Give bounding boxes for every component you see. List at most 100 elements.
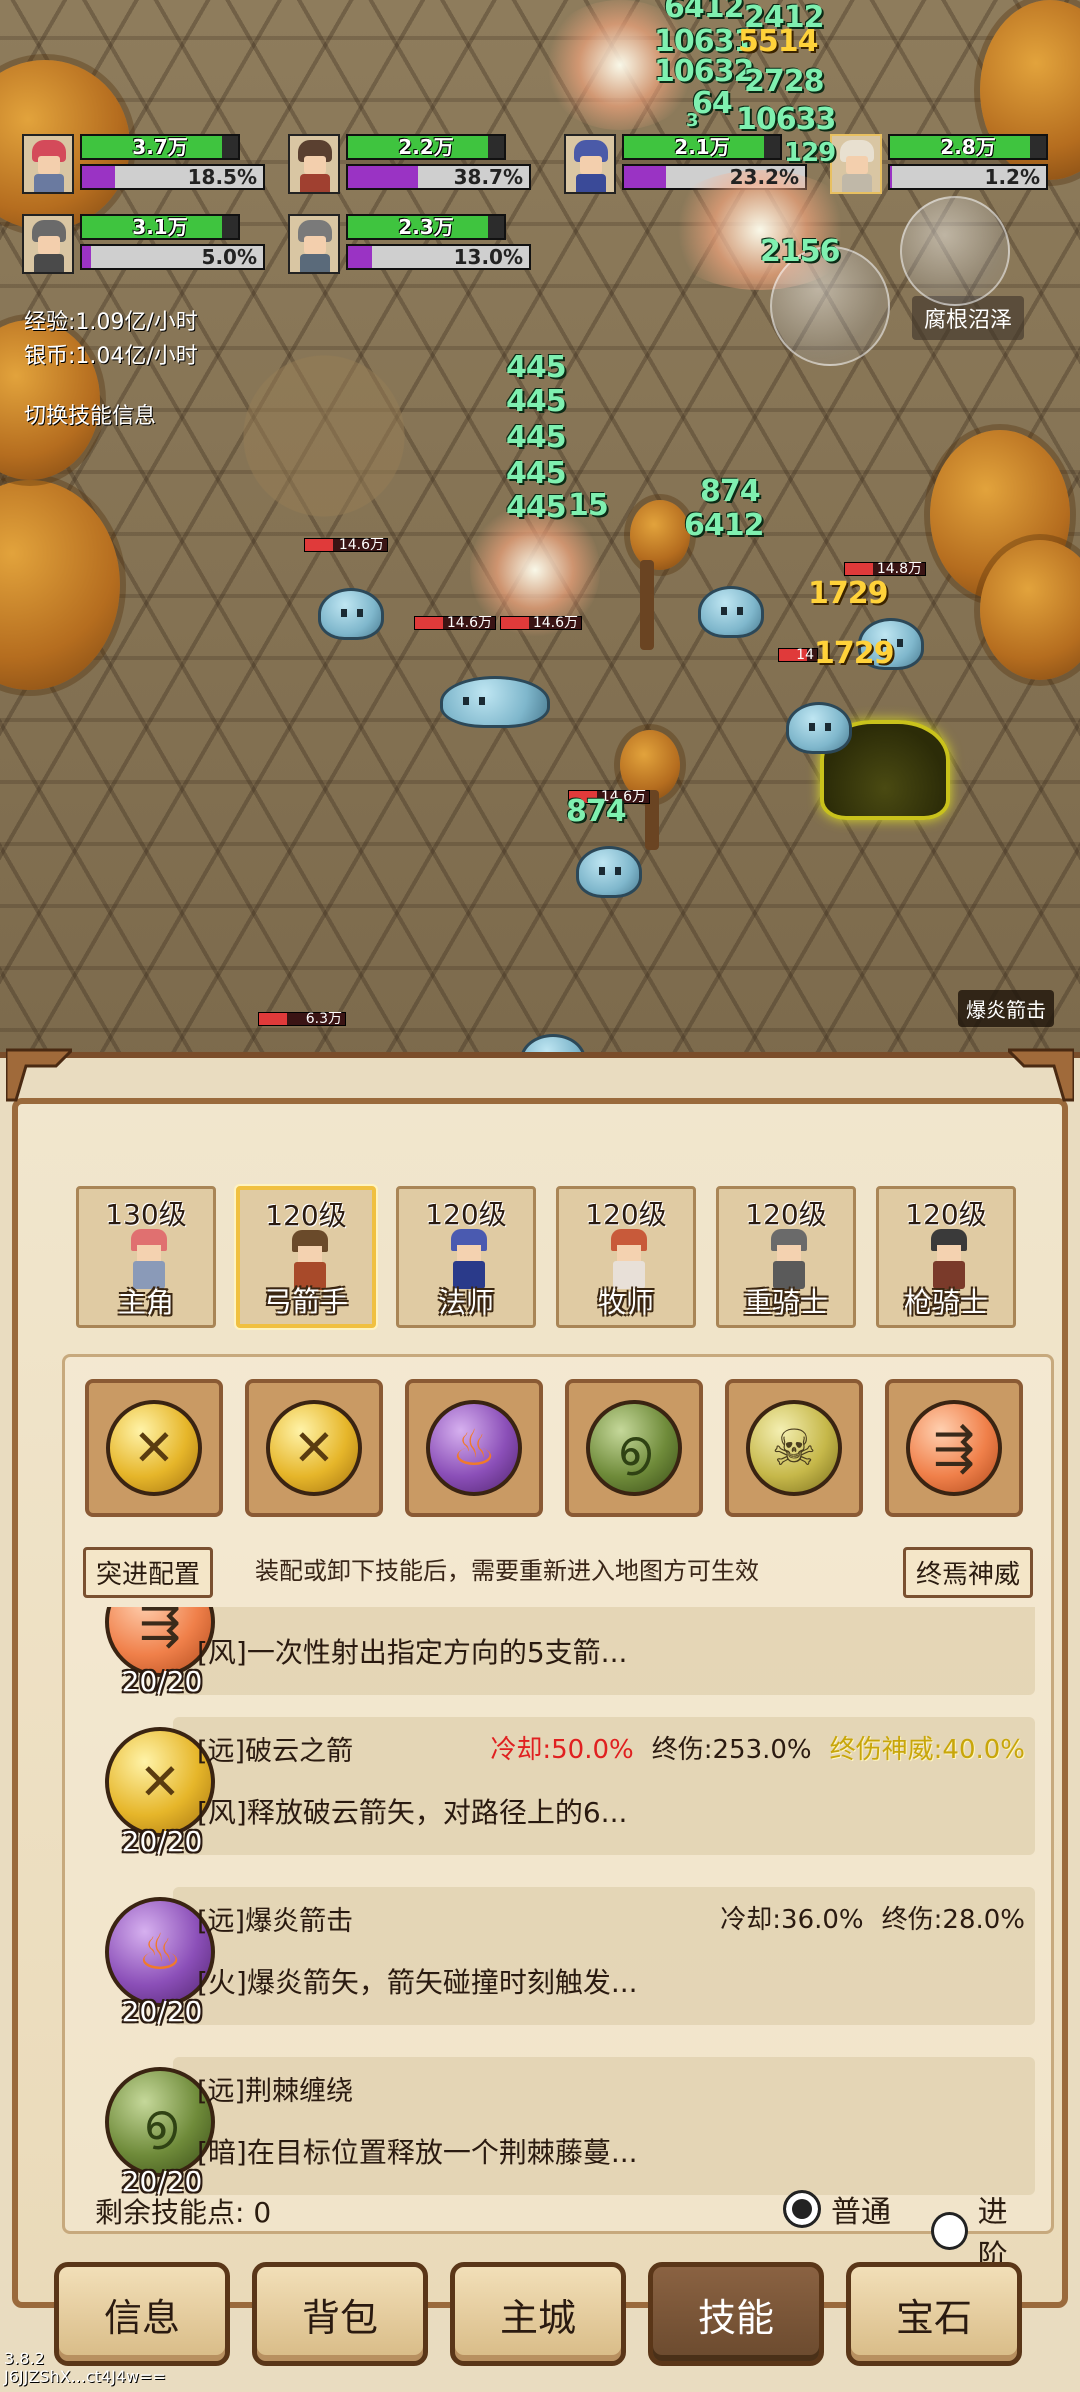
- hero-tab-mage[interactable]: 120级 法师: [396, 1186, 536, 1328]
- mana-bar: 5.0%: [80, 244, 265, 270]
- party-unit-5[interactable]: 3.1万 5.0%: [22, 214, 265, 274]
- equipped-skill-slot[interactable]: ♨: [405, 1379, 543, 1517]
- skill-title: [远]荆棘缠绕: [197, 2076, 354, 2107]
- tree: [0, 480, 120, 690]
- damage-number: 1729: [808, 576, 888, 611]
- equipped-skill-slot[interactable]: ✕: [245, 1379, 383, 1517]
- hero-portrait: [22, 214, 74, 274]
- toggle-skill-info-button[interactable]: 切换技能信息: [24, 398, 156, 430]
- damage-number: 445: [506, 420, 567, 455]
- slime-enemy[interactable]: [786, 702, 852, 754]
- skill-card[interactable]: ♨ 20/20 [远]爆炎箭击 冷却:36.0% 终伤:28.0% [火]爆炎箭矢，箭矢碰…: [85, 1877, 1035, 2037]
- damage-number: 445: [506, 350, 567, 385]
- arrows-icon: ⇶: [906, 1400, 1002, 1496]
- damage-number: 874: [566, 794, 627, 829]
- slime-enemy[interactable]: [698, 586, 764, 638]
- tree-trunk: [640, 560, 654, 650]
- party-unit-4[interactable]: 2.8万 1.2%: [830, 134, 1048, 194]
- nav-tab[interactable]: 背包: [252, 2262, 428, 2366]
- tree: [630, 500, 690, 570]
- skill-stat: 终伤神威:40.0%: [829, 1735, 1025, 1765]
- equipped-skill-slot[interactable]: ⇶: [885, 1379, 1023, 1517]
- skill-card[interactable]: ✕ 20/20 [远]破云之箭 冷却:50.0% 终伤:253.0% 终伤神威:40.0%…: [85, 1707, 1035, 1867]
- hp-value: 2.2万: [398, 135, 454, 159]
- damage-number: 874: [700, 474, 761, 509]
- enemy-hp-bar: 14: [778, 648, 818, 662]
- hero-tab-protagonist[interactable]: 130级 主角: [76, 1186, 216, 1328]
- hp-value: 2.3万: [398, 215, 454, 239]
- skill-stats: 冷却:36.0% 终伤:28.0%: [720, 1899, 1025, 1936]
- damage-number: 445: [506, 490, 567, 525]
- battlefield: 3.7万 18.5% 2.2万 38.7% 2.1万 23.2% 2.8万 1.…: [0, 0, 1080, 1090]
- nav-tab[interactable]: 主城: [450, 2262, 626, 2366]
- equipped-skill-slot[interactable]: ✕: [85, 1379, 223, 1517]
- hero-portrait: [288, 214, 340, 274]
- enemy-hp-bar: 14.6万: [500, 616, 582, 630]
- slime-enemy[interactable]: [318, 588, 384, 640]
- party-unit-3[interactable]: 2.1万 23.2%: [564, 134, 807, 194]
- slime-enemy[interactable]: [576, 846, 642, 898]
- skill-description: [火]爆炎箭矢，箭矢碰撞时刻触发...: [197, 1966, 638, 1999]
- equipped-skill-slot[interactable]: ൭: [565, 1379, 703, 1517]
- dash-config-button[interactable]: 突进配置: [83, 1547, 214, 1598]
- panel-frame: 130级 主角 120级 弓箭手 120级 法师 120级 牧师 120级 重骑士 120…: [12, 1098, 1068, 2308]
- hp-value: 2.1万: [674, 135, 730, 159]
- hero-tab-priest[interactable]: 120级 牧师: [556, 1186, 696, 1328]
- skill-panel: 130级 主角 120级 弓箭手 120级 法师 120级 牧师 120级 重骑士 120…: [0, 1052, 1080, 2392]
- hp-value: 2.8万: [940, 135, 996, 159]
- party-unit-2[interactable]: 2.2万 38.7%: [288, 134, 531, 194]
- hero-tab-lancer[interactable]: 120级 枪骑士: [876, 1186, 1016, 1328]
- enemy-hp-bar: 14.6万: [414, 616, 496, 630]
- enemy-hp-bar: 6.3万: [258, 1012, 346, 1026]
- ultimate-might-button[interactable]: 终焉神威: [902, 1547, 1033, 1598]
- hero-selector: 130级 主角 120级 弓箭手 120级 法师 120级 牧师 120级 重骑士 120…: [76, 1186, 1016, 1328]
- party-unit-1[interactable]: 3.7万 18.5%: [22, 134, 265, 194]
- hp-bar: 3.1万: [80, 214, 240, 240]
- hero-tab-heavy-knight[interactable]: 120级 重骑士: [716, 1186, 856, 1328]
- skill-title: [远]爆炎箭击: [197, 1906, 354, 1937]
- mode-normal-radio[interactable]: 普通: [783, 2187, 891, 2231]
- mana-bar: 13.0%: [346, 244, 531, 270]
- skill-list[interactable]: ⇶ 20/20 [风]一次性射出指定方向的5支箭... ✕ 20/20 [远]破云之箭 冷却…: [85, 1607, 1035, 2197]
- damage-number: 6412: [664, 0, 744, 25]
- mana-value: 5.0%: [201, 245, 257, 269]
- equipped-skill-slots: ✕ ✕ ♨ ൭ ☠ ⇶: [85, 1379, 1023, 1517]
- mana-bar: 23.2%: [622, 164, 807, 190]
- hp-bar: 2.8万: [888, 134, 1048, 160]
- mana-value: 18.5%: [187, 165, 257, 189]
- hero-portrait: [22, 134, 74, 194]
- damage-number: 129: [784, 138, 836, 168]
- skill-card[interactable]: ⇶ 20/20 [风]一次性射出指定方向的5支箭...: [85, 1607, 1035, 1707]
- equipped-skill-slot[interactable]: ☠: [725, 1379, 863, 1517]
- party-unit-6[interactable]: 2.3万 13.0%: [288, 214, 531, 274]
- mana-bar: 1.2%: [888, 164, 1048, 190]
- slime-enemy[interactable]: [440, 676, 550, 728]
- hp-bar: 2.1万: [622, 134, 782, 160]
- skill-title: [远]破云之箭: [197, 1736, 354, 1767]
- mana-value: 23.2%: [729, 165, 799, 189]
- skill-stats: 冷却:50.0% 终伤:253.0% 终伤神威:40.0%: [490, 1729, 1025, 1766]
- corner-ornament-icon: [6, 1048, 72, 1102]
- mana-value: 1.2%: [984, 165, 1040, 189]
- damage-number: 15: [568, 488, 609, 523]
- hero-portrait: [564, 134, 616, 194]
- skill-description: [风]释放破云箭矢，对路径上的6...: [197, 1796, 628, 1829]
- mana-bar: 18.5%: [80, 164, 265, 190]
- nav-tab[interactable]: 宝石: [846, 2262, 1022, 2366]
- radio-selected-icon: [783, 2190, 821, 2228]
- bottom-nav: 信息 背包 主城 技能 宝石: [54, 2262, 1022, 2366]
- skill-card[interactable]: ൭ 20/20 [远]荆棘缠绕 [暗]在目标位置释放一个荆棘藤蔓...: [85, 2047, 1035, 2197]
- hero-tab-archer[interactable]: 120级 弓箭手: [236, 1186, 376, 1328]
- damage-number: 2728: [744, 64, 824, 99]
- mana-value: 13.0%: [453, 245, 523, 269]
- thorn-vine-icon: ൭: [586, 1400, 682, 1496]
- remaining-skill-points: 剩余技能点: 0: [95, 2196, 272, 2229]
- damage-number: 10632: [654, 54, 754, 89]
- skull-icon: ☠: [746, 1400, 842, 1496]
- damage-number: 445: [506, 384, 567, 419]
- config-hint: 装配或卸下技能后，需要重新进入地图方可生效: [255, 1557, 759, 1585]
- nav-tab[interactable]: 技能: [648, 2262, 824, 2366]
- damage-number: 3: [686, 110, 698, 131]
- skill-stat: 终伤:253.0%: [651, 1735, 812, 1765]
- damage-number: 10633: [736, 102, 836, 137]
